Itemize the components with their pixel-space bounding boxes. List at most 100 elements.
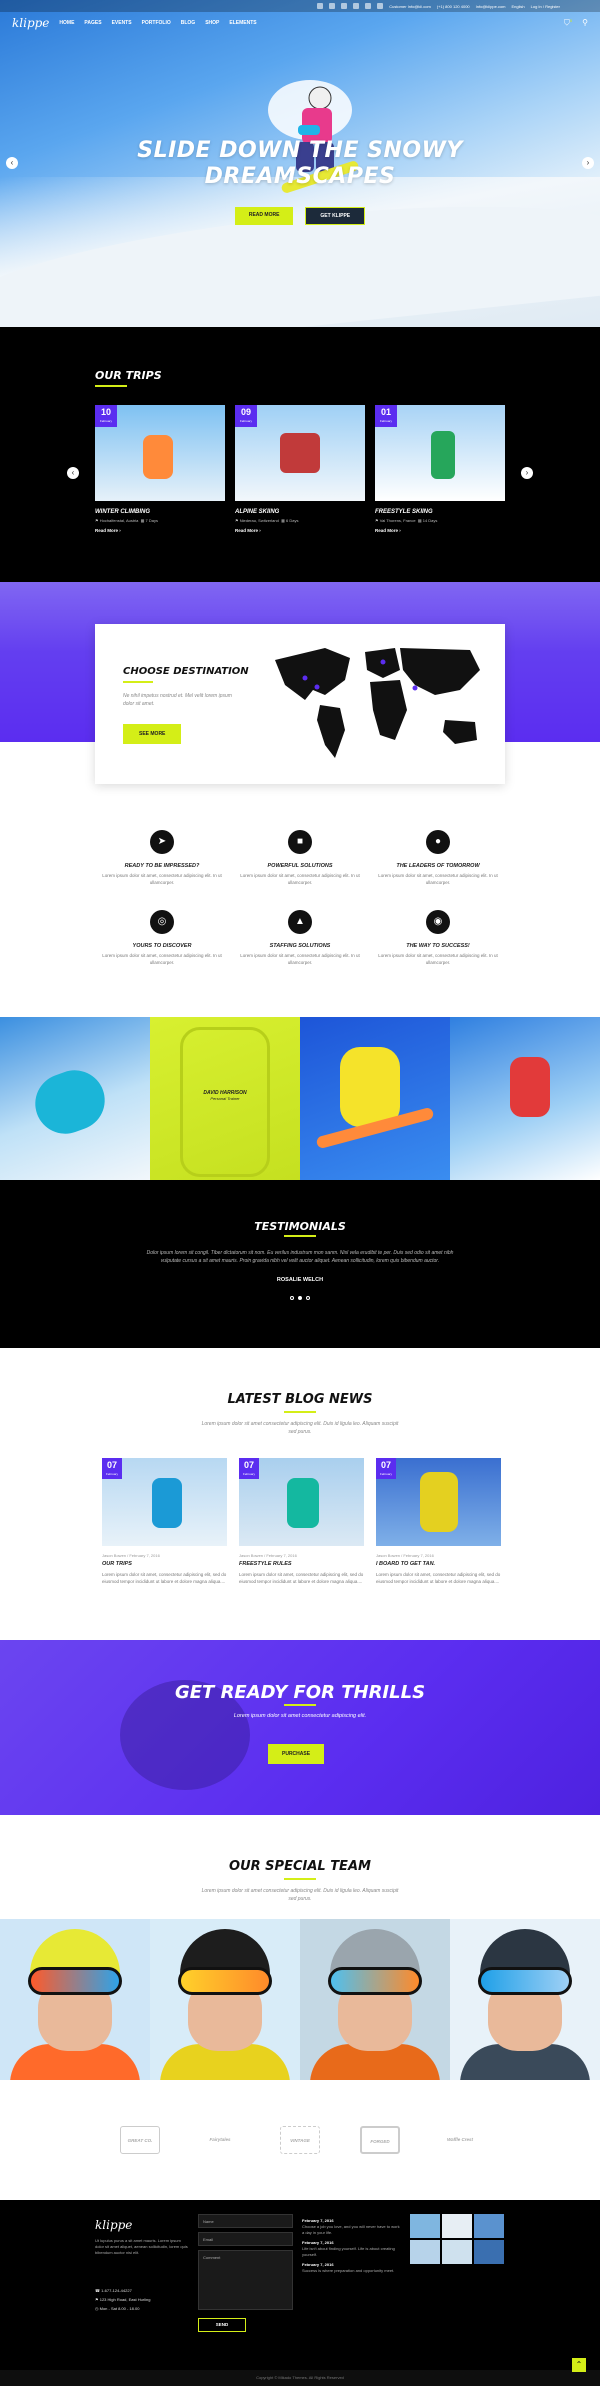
feature-item: ◉ THE WAY TO SUCCESS! Lorem ipsum dolor …: [368, 910, 508, 966]
blog-post: 07 February Jason Bowen / February 7, 201…: [239, 1458, 364, 1585]
trip-read-more[interactable]: Read More ›: [95, 528, 225, 533]
pagination-dot[interactable]: [290, 1296, 294, 1300]
menu-item-shop[interactable]: SHOP: [205, 20, 219, 26]
footer-logo[interactable]: klippe: [95, 2218, 132, 2232]
get-klippe-button[interactable]: GET KLIPPE: [305, 207, 366, 225]
language-selector[interactable]: English: [512, 4, 525, 9]
partner-logo[interactable]: VINTAGE: [280, 2126, 320, 2154]
trip-read-more[interactable]: Read More ›: [235, 528, 365, 533]
trip-read-more[interactable]: Read More ›: [375, 528, 505, 533]
gallery-thumb[interactable]: [442, 2214, 472, 2238]
world-map[interactable]: [265, 640, 490, 770]
topbar-phone[interactable]: (+1) 800 120 4000: [437, 4, 470, 9]
post-meta[interactable]: Jason Bowen / February 7, 2016: [102, 1553, 227, 1558]
partner-logo[interactable]: Waffle Crest: [440, 2126, 480, 2154]
trip-name[interactable]: ALPINE SKIING: [235, 509, 365, 515]
social-icon[interactable]: [341, 3, 348, 9]
read-more-button[interactable]: READ MORE: [234, 207, 294, 225]
post-title[interactable]: OUR TRIPS: [102, 1561, 227, 1567]
site-logo[interactable]: klippe: [12, 16, 49, 30]
post-image[interactable]: 07 February: [239, 1458, 364, 1546]
social-icon[interactable]: [377, 3, 384, 9]
trip-card[interactable]: 01 February FREESTYLE SKIING ⚑ Val Thoren…: [375, 405, 505, 533]
blog-subtitle: Lorem ipsum dolor sit amet consectetur a…: [201, 1421, 399, 1435]
portfolio-tile[interactable]: [300, 1017, 450, 1180]
news-text[interactable]: Choose a job you love, and you will neve…: [302, 2224, 400, 2235]
topbar-email[interactable]: Customer Info@kli.com: [389, 4, 431, 9]
menu-item-blog[interactable]: BLOG: [181, 20, 195, 26]
post-image[interactable]: 07 February: [102, 1458, 227, 1546]
gallery-thumb[interactable]: [474, 2214, 504, 2238]
footer-hours: Mon - Sat 8.00 - 18.00: [99, 2306, 140, 2311]
social-icon[interactable]: [329, 3, 336, 9]
news-text[interactable]: Life isn't about finding yourself. Life …: [302, 2246, 395, 2257]
trip-card[interactable]: 10 February WINTER CLIMBING ⚑ Hochalfenst…: [95, 405, 225, 533]
partner-logo[interactable]: GREAT CO.: [120, 2126, 160, 2154]
testimonial-text: Dolor ipsum lorem sit congil. Tiber dict…: [146, 1250, 454, 1264]
map-pin-icon[interactable]: [380, 659, 386, 665]
cart-icon[interactable]: ⛉0: [564, 18, 572, 29]
social-icon[interactable]: [317, 3, 324, 9]
team-member-photo[interactable]: [0, 1919, 150, 2080]
feature-text: Lorem ipsum dolor sit amet, consectetur …: [102, 873, 222, 885]
testimonials-title: TESTIMONIALS: [254, 1220, 346, 1233]
team-member-photo[interactable]: [300, 1919, 450, 2080]
map-pin-icon[interactable]: [412, 685, 418, 691]
trips-next-icon[interactable]: ›: [521, 467, 533, 479]
team-member-photo[interactable]: [150, 1919, 300, 2080]
social-icon[interactable]: [353, 3, 360, 9]
search-icon[interactable]: ⚲: [582, 18, 588, 29]
topbar-mail[interactable]: Info@klippe.com: [476, 4, 506, 9]
menu-item-elements[interactable]: ELEMENTS: [229, 20, 256, 26]
trip-name[interactable]: WINTER CLIMBING: [95, 509, 225, 515]
post-title[interactable]: I BOARD TO GET TAN.: [376, 1561, 501, 1567]
menu-item-portfolio[interactable]: PORTFOLIO: [142, 20, 171, 26]
back-to-top-icon[interactable]: ⌃: [572, 2358, 586, 2372]
portfolio-tile[interactable]: [450, 1017, 600, 1180]
partner-logo[interactable]: FORGED: [360, 2126, 400, 2154]
gallery-thumb[interactable]: [410, 2214, 440, 2238]
partner-logo[interactable]: Fairytales: [200, 2126, 240, 2154]
team-member-photo[interactable]: [450, 1919, 600, 2080]
footer-phone[interactable]: 1-677-124-44227: [101, 2288, 132, 2293]
map-pin-icon[interactable]: [314, 684, 320, 690]
trip-month: February: [379, 419, 392, 423]
pagination-dot-active[interactable]: [298, 1296, 302, 1300]
trip-days: 6 Days: [286, 518, 299, 523]
pagination-dot[interactable]: [306, 1296, 310, 1300]
gallery-thumb[interactable]: [474, 2240, 504, 2264]
calendar-icon: ▦: [417, 518, 422, 523]
menu-item-pages[interactable]: PAGES: [84, 20, 101, 26]
portfolio-tile[interactable]: DAVID HARRISON Personal Trainer: [150, 1017, 300, 1180]
trip-image[interactable]: 10 February: [95, 405, 225, 501]
trip-image[interactable]: 01 February: [375, 405, 505, 501]
gallery-thumb[interactable]: [410, 2240, 440, 2264]
footer-comment-input[interactable]: Comment: [198, 2250, 293, 2310]
menu-item-events[interactable]: EVENTS: [112, 20, 132, 26]
trip-card[interactable]: 09 February ALPINE SKIING ⚑ Niederau, Swi…: [235, 405, 365, 533]
portfolio-tile[interactable]: [0, 1017, 150, 1180]
social-icon[interactable]: [365, 3, 372, 9]
slider-next-icon[interactable]: ›: [582, 157, 594, 169]
post-meta[interactable]: Jason Bowen / February 7, 2016: [376, 1553, 501, 1558]
slider-prev-icon[interactable]: ‹: [6, 157, 18, 169]
post-image[interactable]: 07 February: [376, 1458, 501, 1546]
news-text[interactable]: Success is where preparation and opportu…: [302, 2268, 394, 2273]
footer-send-button[interactable]: SEND: [198, 2318, 246, 2332]
purchase-button[interactable]: PURCHASE: [268, 1744, 325, 1764]
post-meta[interactable]: Jason Bowen / February 7, 2016: [239, 1553, 364, 1558]
trip-image[interactable]: 09 February: [235, 405, 365, 501]
map-pin-icon[interactable]: [302, 675, 308, 681]
footer-email-input[interactable]: Email: [198, 2232, 293, 2246]
team-section: OUR SPECIAL TEAM Lorem ipsum dolor sit a…: [0, 1815, 600, 2080]
login-link[interactable]: Log In / Register: [531, 4, 560, 9]
trip-meta: ⚑ Hochalfenstal, Austria ▦ 7 Days: [95, 518, 225, 523]
trip-name[interactable]: FREESTYLE SKIING: [375, 509, 505, 515]
main-navigation: klippe HOME PAGES EVENTS PORTFOLIO BLOG …: [0, 14, 600, 32]
menu-item-home[interactable]: HOME: [59, 20, 74, 26]
footer-name-input[interactable]: Name: [198, 2214, 293, 2228]
post-title[interactable]: FREESTYLE RULES: [239, 1561, 364, 1567]
trips-prev-icon[interactable]: ‹: [67, 467, 79, 479]
see-more-button[interactable]: SEE MORE: [123, 724, 182, 744]
gallery-thumb[interactable]: [442, 2240, 472, 2264]
